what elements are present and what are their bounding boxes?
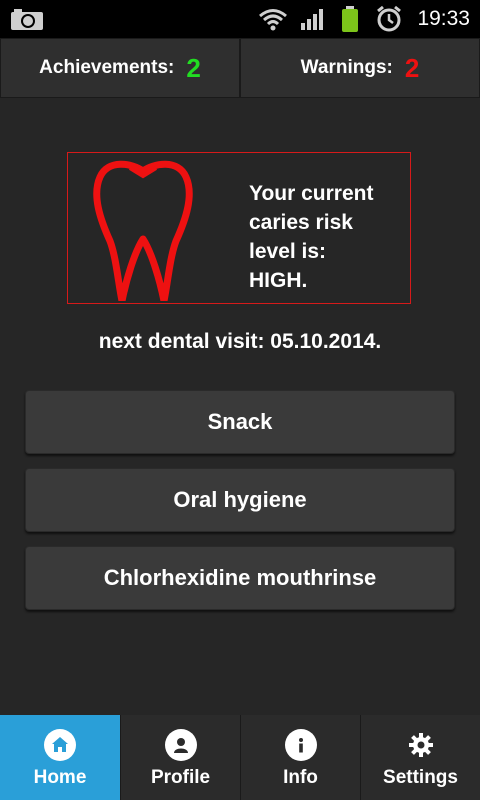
home-screen: 19:33 Achievements: 2 Warnings: 2 Your c… [0, 0, 480, 800]
nav-home[interactable]: Home [0, 715, 120, 800]
counter-bar: Achievements: 2 Warnings: 2 [0, 38, 480, 98]
info-icon [284, 729, 317, 761]
home-icon [44, 729, 76, 761]
bottom-navigation: Home Profile Info Settings [0, 715, 480, 800]
nav-settings-label: Settings [383, 767, 458, 788]
nav-info[interactable]: Info [240, 715, 360, 800]
camera-icon [10, 0, 44, 38]
achievements-label: Achievements: [39, 57, 175, 78]
clock: 19:33 [417, 7, 470, 30]
nav-profile-label: Profile [150, 767, 211, 788]
warnings-counter[interactable]: Warnings: 2 [240, 38, 480, 98]
status-bar: 19:33 [0, 0, 480, 38]
warnings-count: 2 [404, 52, 420, 83]
risk-line: caries risk [249, 211, 353, 234]
risk-line: Your current [249, 182, 374, 205]
signal-icon [300, 0, 326, 38]
achievements-counter[interactable]: Achievements: 2 [0, 38, 240, 98]
wifi-icon [258, 0, 288, 38]
risk-level-text: Your current caries risk level is: HIGH. [249, 179, 409, 295]
risk-line: level is: [249, 240, 327, 263]
next-visit-text: next dental visit: 05.10.2014. [98, 330, 382, 353]
nav-settings[interactable]: Settings [360, 715, 480, 800]
warnings-label: Warnings: [300, 57, 393, 78]
tooth-icon [88, 157, 198, 306]
oral-hygiene-button[interactable]: Oral hygiene [25, 468, 455, 532]
nav-home-label: Home [33, 767, 87, 788]
nav-profile[interactable]: Profile [120, 715, 240, 800]
caries-risk-panel: Your current caries risk level is: HIGH. [67, 152, 411, 306]
gear-icon [405, 729, 437, 761]
nav-info-label: Info [283, 767, 318, 788]
chlorhexidine-button[interactable]: Chlorhexidine mouthrinse [25, 546, 455, 610]
snack-button[interactable]: Snack [25, 390, 455, 454]
battery-icon [340, 0, 360, 38]
achievements-count: 2 [186, 52, 201, 83]
alarm-icon [375, 0, 403, 38]
profile-icon [164, 729, 197, 761]
risk-level-value: HIGH. [249, 269, 308, 292]
